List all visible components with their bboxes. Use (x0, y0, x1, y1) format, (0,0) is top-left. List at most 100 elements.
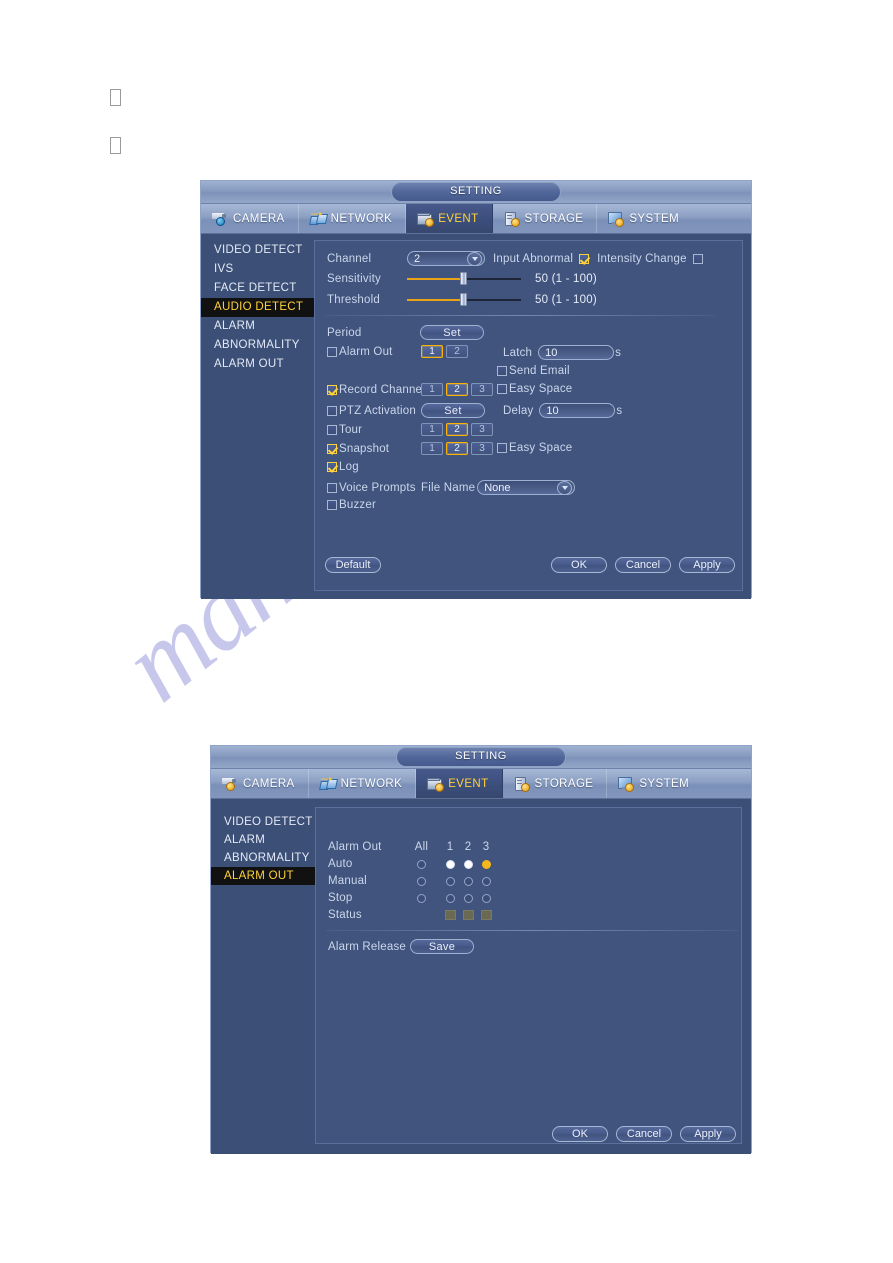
voice-prompts-checkbox[interactable] (327, 482, 337, 493)
sidebar-label: ALARM OUT (214, 358, 284, 370)
tab-system[interactable]: SYSTEM (597, 204, 692, 233)
tab-event[interactable]: EVENT (406, 204, 493, 233)
latch-input[interactable]: 10 (538, 345, 615, 360)
default-label: Default (335, 559, 371, 571)
auto-all-radio[interactable] (417, 859, 426, 869)
cancel-button[interactable]: Cancel (616, 1126, 672, 1142)
save-button[interactable]: Save (410, 939, 474, 954)
delay-input[interactable]: 10 (539, 403, 616, 418)
ok-button[interactable]: OK (552, 1126, 608, 1142)
record-channel-2[interactable]: 2 (446, 383, 468, 396)
log-checkbox[interactable] (327, 462, 337, 472)
period-set-button[interactable]: Set (420, 325, 484, 340)
stop-all-radio[interactable] (417, 893, 426, 903)
tab-network-label: NETWORK (330, 212, 393, 225)
alarm-release-row: Alarm Release Save (328, 939, 474, 954)
tab-camera-label: CAMERA (233, 212, 285, 225)
sidebar-item-alarm[interactable]: ALARM (211, 831, 315, 849)
network-icon (308, 212, 328, 225)
threshold-slider[interactable] (407, 293, 521, 306)
apply-button[interactable]: Apply (680, 1126, 736, 1142)
manual-radio-1[interactable] (445, 876, 455, 886)
input-abnormal-label: Input Abnormal (493, 252, 574, 265)
manual-radio-2[interactable] (463, 876, 473, 886)
easy-space-checkbox-2[interactable] (497, 443, 507, 453)
record-channel-3[interactable]: 3 (471, 383, 493, 396)
period-label: Period (327, 326, 362, 339)
easy-space-checkbox-1[interactable] (497, 384, 507, 394)
tab-event[interactable]: EVENT (416, 769, 503, 798)
send-email-checkbox[interactable] (497, 366, 507, 376)
stop-radio-2[interactable] (463, 893, 473, 903)
bullet-placeholder-glyph-2 (110, 137, 121, 154)
input-abnormal-checkbox[interactable] (579, 253, 590, 264)
manual-all-radio[interactable] (417, 876, 426, 886)
snapshot-channel-2[interactable]: 2 (446, 442, 468, 455)
sidebar-item-face-detect[interactable]: FACE DETECT (201, 279, 314, 298)
delay-value: 10 (546, 404, 559, 417)
record-channel-1[interactable]: 1 (421, 383, 443, 396)
sidebar-item-video-detect[interactable]: VIDEO DETECT (211, 813, 315, 831)
tab-storage[interactable]: STORAGE (503, 769, 608, 798)
sidebar-item-ivs[interactable]: IVS (201, 260, 314, 279)
record-channel-label: Record Channel (339, 383, 425, 396)
setting-dialog-audio-detect: SETTING CAMERA NETWORK EVENT STORAGE SYS… (200, 180, 752, 599)
cancel-button[interactable]: Cancel (615, 557, 671, 573)
alarm-release-label: Alarm Release (328, 940, 407, 953)
snapshot-channel-3[interactable]: 3 (471, 442, 493, 455)
tab-system[interactable]: SYSTEM (607, 769, 702, 798)
chan-label: 1 (429, 384, 435, 395)
tab-storage-label: STORAGE (534, 777, 594, 790)
sidebar-item-video-detect[interactable]: VIDEO DETECT (201, 241, 314, 260)
channel-select[interactable]: 2 (407, 251, 485, 266)
sidebar-item-abnormality[interactable]: ABNORMALITY (201, 336, 314, 355)
ptz-set-button[interactable]: Set (421, 403, 485, 418)
tab-storage[interactable]: STORAGE (493, 204, 598, 233)
sidebar-item-alarm[interactable]: ALARM (201, 317, 314, 336)
snapshot-channel-1[interactable]: 1 (421, 442, 443, 455)
tab-camera[interactable]: CAMERA (211, 769, 309, 798)
snapshot-checkbox[interactable] (327, 443, 337, 454)
tour-channel-2[interactable]: 2 (446, 423, 468, 436)
threshold-slider-thumb[interactable] (460, 293, 467, 306)
auto-radio-2[interactable] (463, 859, 473, 869)
alarm-out-channel-1[interactable]: 1 (421, 345, 443, 358)
record-channel-checkbox[interactable] (327, 384, 337, 395)
intensity-change-checkbox[interactable] (692, 253, 703, 264)
manual-radio-3[interactable] (481, 876, 491, 886)
snapshot-label: Snapshot (339, 442, 390, 455)
ptz-activation-checkbox[interactable] (327, 405, 337, 416)
tour-channel-1[interactable]: 1 (421, 423, 443, 436)
file-name-value: None (484, 481, 511, 494)
sensitivity-label: Sensitivity (327, 272, 381, 285)
voice-prompts-label: Voice Prompts (339, 481, 416, 494)
sidebar-item-alarm-out[interactable]: ALARM OUT (211, 867, 315, 885)
tab-camera[interactable]: CAMERA (201, 204, 299, 233)
file-name-select[interactable]: None (477, 480, 576, 495)
tab-system-label: SYSTEM (629, 212, 680, 225)
stop-radio-1[interactable] (445, 893, 455, 903)
event-icon (417, 212, 435, 227)
sensitivity-slider-thumb[interactable] (460, 272, 467, 285)
record-channel-row: Record Channel 1 2 3 (327, 383, 496, 396)
tour-channel-3[interactable]: 3 (471, 423, 493, 436)
apply-button[interactable]: Apply (679, 557, 735, 573)
chan-label: 2 (454, 424, 460, 435)
ok-button[interactable]: OK (551, 557, 607, 573)
buzzer-checkbox[interactable] (327, 500, 337, 510)
default-button[interactable]: Default (325, 557, 381, 573)
sensitivity-slider[interactable] (407, 272, 521, 285)
cancel-label: Cancel (626, 1128, 662, 1140)
tour-checkbox[interactable] (327, 424, 337, 435)
alarm-out-row: Alarm Out 1 2 (327, 345, 471, 358)
sidebar-item-alarm-out[interactable]: ALARM OUT (201, 355, 314, 374)
alarm-out-channel-2[interactable]: 2 (446, 345, 468, 358)
tab-network[interactable]: NETWORK (309, 769, 417, 798)
stop-radio-3[interactable] (481, 893, 491, 903)
alarm-out-checkbox[interactable] (327, 346, 337, 357)
sidebar-item-abnormality[interactable]: ABNORMALITY (211, 849, 315, 867)
auto-radio-1[interactable] (445, 859, 455, 869)
auto-radio-3[interactable] (481, 859, 491, 869)
tab-network[interactable]: NETWORK (299, 204, 407, 233)
sidebar-item-audio-detect[interactable]: AUDIO DETECT (201, 298, 314, 317)
